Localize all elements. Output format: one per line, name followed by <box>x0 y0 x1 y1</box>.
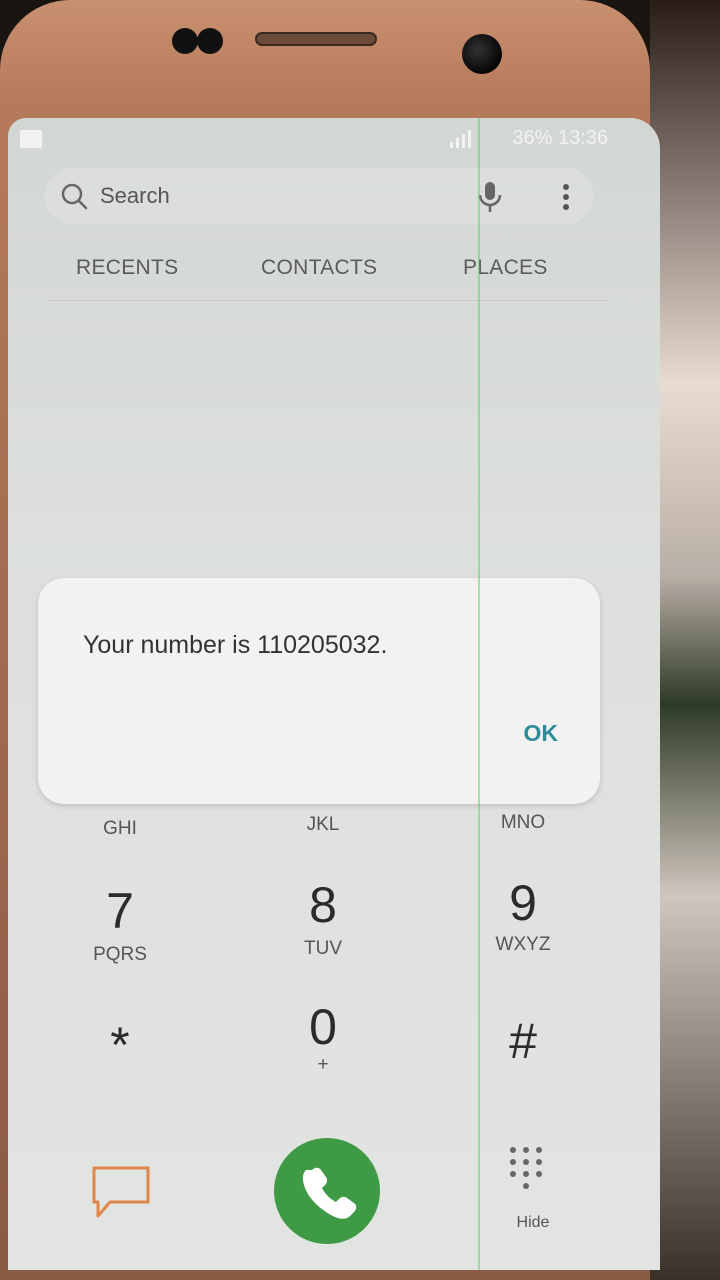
tab-divider <box>48 300 608 301</box>
search-icon <box>61 183 88 210</box>
phone-top-bezel <box>40 10 610 110</box>
phone-screen: 36% 13:36 Search RECENTS CONTACTS PLACES… <box>8 118 660 1270</box>
key-8[interactable]: 8 TUV <box>253 876 393 986</box>
hide-keypad-button[interactable]: Hide <box>498 1138 568 1238</box>
screen-defect-line <box>478 118 480 1270</box>
battery-time-text: 36% 13:36 <box>512 127 608 149</box>
key-7[interactable]: 7 PQRS <box>50 878 190 988</box>
signal-icon <box>450 130 471 148</box>
key-letters: WXYZ <box>495 934 551 955</box>
tab-bar: RECENTS CONTACTS PLACES <box>8 248 660 288</box>
key-letters: JKL <box>306 814 340 835</box>
key-9[interactable]: 9 WXYZ <box>453 876 593 986</box>
key-digit: # <box>509 1013 537 1069</box>
call-button[interactable] <box>274 1138 380 1244</box>
keypad-icon <box>510 1147 542 1189</box>
ok-button[interactable]: OK <box>524 720 559 747</box>
message-button[interactable] <box>90 1164 152 1222</box>
key-digit: 0 <box>309 999 337 1055</box>
hide-label: Hide <box>516 1214 550 1231</box>
dialog-message: Your number is 110205032. <box>83 631 388 659</box>
phone-icon <box>302 1167 357 1219</box>
status-bar: 36% 13:36 <box>8 118 660 158</box>
tab-places[interactable]: PLACES <box>463 256 548 280</box>
key-letters: TUV <box>304 938 342 959</box>
key-digit: 8 <box>309 877 337 933</box>
key-0[interactable]: 0 + <box>253 998 393 1108</box>
key-digit: 7 <box>106 883 134 939</box>
notification-icon <box>20 130 42 148</box>
message-icon <box>92 1166 150 1218</box>
earpiece-speaker <box>255 32 377 46</box>
key-letters: PQRS <box>93 944 147 965</box>
number-dialog: Your number is 110205032. OK <box>38 578 600 804</box>
more-options-icon[interactable] <box>556 180 576 214</box>
proximity-sensor <box>172 28 198 54</box>
key-digit: * <box>110 1017 130 1073</box>
key-letters: + <box>317 1054 329 1075</box>
search-input[interactable]: Search <box>100 183 170 209</box>
light-sensor <box>197 28 223 54</box>
front-camera <box>462 34 502 74</box>
background-surface <box>650 0 720 1280</box>
key-letters: GHI <box>103 818 137 839</box>
search-bar[interactable]: Search <box>44 168 594 224</box>
key-digit: 9 <box>509 875 537 931</box>
key-hash[interactable]: # <box>453 998 593 1108</box>
key-letters: MNO <box>500 812 546 833</box>
key-star[interactable]: * <box>50 998 190 1108</box>
tab-contacts[interactable]: CONTACTS <box>261 256 377 280</box>
tab-recents[interactable]: RECENTS <box>76 256 178 280</box>
